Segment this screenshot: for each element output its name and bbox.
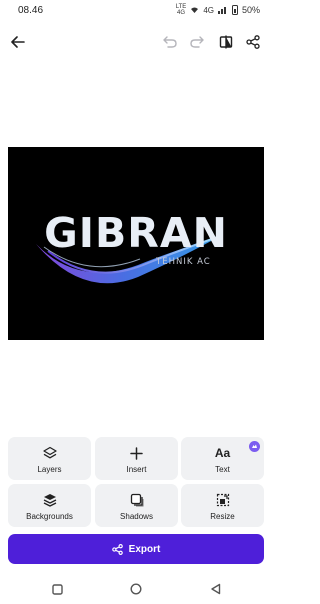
back-triangle-icon bbox=[210, 583, 220, 595]
tool-label: Insert bbox=[126, 465, 147, 474]
status-time: 08.46 bbox=[18, 5, 44, 16]
pro-badge-icon bbox=[249, 441, 260, 452]
share-icon bbox=[111, 543, 123, 555]
tool-label: Backgrounds bbox=[26, 512, 73, 521]
tool-label: Resize bbox=[210, 512, 235, 521]
plus-icon bbox=[130, 446, 143, 460]
tool-backgrounds[interactable]: Backgrounds bbox=[8, 484, 91, 527]
compare-icon bbox=[219, 35, 233, 49]
battery-icon bbox=[231, 5, 238, 15]
logo-subtitle: TEHNIK AC bbox=[156, 257, 211, 267]
network-type-indicator: LTE 4G bbox=[175, 4, 187, 16]
navigation-bar bbox=[0, 572, 272, 604]
compare-button[interactable] bbox=[216, 32, 236, 52]
signal-icon bbox=[217, 7, 226, 14]
tool-label: Layers bbox=[37, 465, 62, 474]
tool-layers[interactable]: Layers bbox=[8, 437, 91, 480]
backgrounds-icon bbox=[43, 494, 56, 507]
signal-label: 4G bbox=[203, 5, 214, 15]
undo-button[interactable] bbox=[160, 32, 180, 52]
home-button[interactable] bbox=[127, 580, 145, 598]
shadows-icon bbox=[130, 493, 143, 507]
recents-icon bbox=[51, 583, 63, 595]
status-bar: 08.46 LTE 4G 4G 50% bbox=[0, 0, 272, 22]
export-button[interactable]: Export bbox=[8, 534, 264, 564]
share-icon bbox=[246, 35, 260, 49]
export-label: Export bbox=[128, 543, 161, 555]
redo-button[interactable] bbox=[187, 32, 207, 52]
wifi-icon bbox=[191, 7, 199, 13]
status-icons: LTE 4G 4G 50% bbox=[176, 4, 260, 16]
redo-icon bbox=[190, 36, 204, 48]
tool-insert[interactable]: Insert bbox=[95, 437, 178, 480]
resize-icon bbox=[216, 493, 229, 507]
share-button[interactable] bbox=[243, 32, 263, 52]
system-back-button[interactable] bbox=[206, 580, 224, 598]
arrow-left-icon bbox=[11, 36, 25, 48]
home-icon bbox=[130, 583, 142, 595]
design-canvas[interactable]: GIBRAN TEHNIK AC bbox=[8, 147, 264, 340]
tool-shadows[interactable]: Shadows bbox=[95, 484, 178, 527]
tool-label: Text bbox=[215, 465, 230, 474]
back-button[interactable] bbox=[8, 32, 28, 52]
text-aa-icon: Aa bbox=[214, 446, 231, 460]
recents-button[interactable] bbox=[48, 580, 66, 598]
undo-icon bbox=[163, 36, 177, 48]
tool-label: Shadows bbox=[120, 512, 153, 521]
layers-icon bbox=[42, 446, 57, 459]
tool-text[interactable]: Aa Text bbox=[181, 437, 264, 480]
tool-resize[interactable]: Resize bbox=[181, 484, 264, 527]
battery-level: 50% bbox=[241, 5, 260, 15]
logo-title: GIBRAN bbox=[44, 209, 228, 257]
